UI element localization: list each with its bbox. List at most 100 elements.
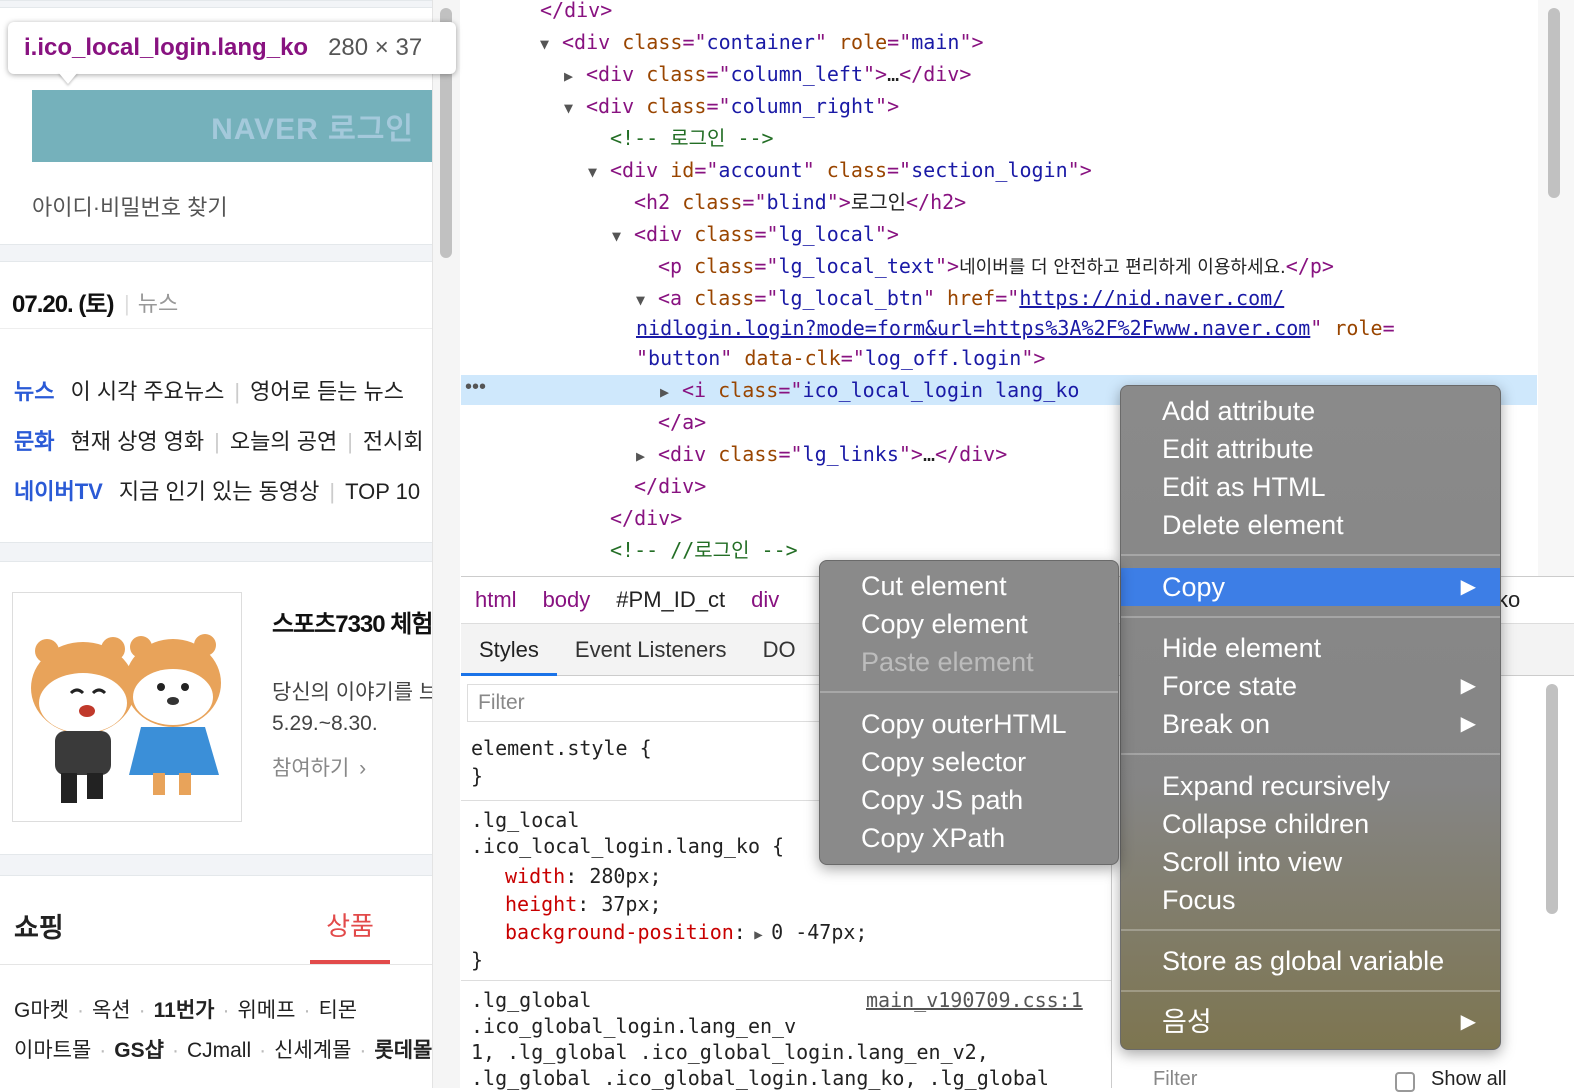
dom-line[interactable]: <p class="lg_local_text">네이버를 더 안전하고 편리하…: [658, 250, 1334, 282]
href-link[interactable]: nidlogin.login?mode=form&url=https%3A%2F…: [636, 316, 1310, 340]
menu-force-state-label: Force state: [1162, 671, 1298, 701]
dom-line[interactable]: </div>: [540, 0, 612, 26]
css-declaration[interactable]: height: 37px;: [505, 890, 662, 918]
dom-line[interactable]: </div>: [634, 470, 706, 502]
news-link[interactable]: 오늘의 공연: [230, 429, 337, 454]
mall-link[interactable]: 롯데몰: [374, 1039, 432, 1062]
news-link[interactable]: 지금 인기 있는 동영상: [119, 479, 320, 504]
mall-link[interactable]: 티몬: [318, 999, 357, 1022]
menu-store-as-global-variable[interactable]: Store as global variable: [1121, 942, 1500, 980]
shopping-tab-products[interactable]: 상품: [310, 906, 390, 943]
collapsed-triangle-icon[interactable]: ▶: [660, 376, 682, 408]
breadcrumb-div[interactable]: div: [751, 587, 779, 613]
menu-copy-selector[interactable]: Copy selector: [820, 743, 1118, 781]
expand-triangle-icon[interactable]: ▶: [746, 927, 771, 943]
menu-force-state[interactable]: Force state ▶: [1121, 667, 1500, 705]
dom-line[interactable]: ▼ <div id="account" class="section_login"…: [588, 154, 1092, 186]
news-category[interactable]: 문화: [14, 429, 54, 454]
menu-collapse-children[interactable]: Collapse children: [1121, 805, 1500, 843]
news-link[interactable]: 전시회: [363, 429, 424, 454]
mall-link[interactable]: 11번가: [154, 999, 215, 1022]
scrollbar-thumb[interactable]: [1548, 8, 1560, 198]
more-options-icon[interactable]: •••: [465, 376, 486, 399]
menu-separator: [1121, 753, 1500, 755]
css-declaration[interactable]: width: 280px;: [505, 862, 662, 890]
menu-edit-attribute[interactable]: Edit attribute: [1121, 430, 1500, 468]
menu-copy-xpath[interactable]: Copy XPath: [820, 819, 1118, 857]
menu-scroll-into-view[interactable]: Scroll into view: [1121, 843, 1500, 881]
dom-comment[interactable]: <!-- //로그인 -->: [610, 534, 798, 566]
dom-line[interactable]: ▼ <a class="lg_local_btn" href="https://n…: [636, 282, 1284, 314]
breadcrumb-pm-id-ct[interactable]: #PM_ID_ct: [616, 587, 725, 613]
tab-styles[interactable]: Styles: [461, 624, 557, 676]
href-link[interactable]: https://nid.naver.com/: [1019, 286, 1284, 310]
menu-cut-element[interactable]: Cut element: [820, 567, 1118, 605]
menu-speech[interactable]: 음성 ▶: [1121, 1003, 1500, 1041]
mall-link[interactable]: 위메프: [237, 999, 295, 1022]
menu-copy-element[interactable]: Copy element: [820, 605, 1118, 643]
news-category[interactable]: 뉴스: [14, 379, 54, 404]
mall-link[interactable]: 옥션: [92, 999, 131, 1022]
menu-copy-js-path[interactable]: Copy JS path: [820, 781, 1118, 819]
menu-expand-recursively[interactable]: Expand recursively: [1121, 767, 1500, 805]
dom-line[interactable]: ▶ <div class="lg_links">…</div>: [636, 438, 1007, 470]
breadcrumb-html[interactable]: html: [475, 587, 517, 613]
dom-line-wrap[interactable]: "button" data-clk="log_off.login">: [636, 342, 1045, 374]
menu-break-on[interactable]: Break on ▶: [1121, 705, 1500, 743]
dom-line[interactable]: ▼ <div class="lg_local">: [612, 218, 899, 250]
menu-focus[interactable]: Focus: [1121, 881, 1500, 919]
tab-event-listeners[interactable]: Event Listeners: [557, 624, 745, 676]
menu-add-attribute[interactable]: Add attribute: [1121, 392, 1500, 430]
css-rule-selector[interactable]: .ico_global_login.lang_en_v: [471, 1012, 796, 1040]
dom-line-wrap[interactable]: nidlogin.login?mode=form&url=https%3A%2F…: [636, 312, 1395, 344]
dom-line-selected[interactable]: ▶ <i class="ico_local_login lang_ko: [660, 374, 1079, 406]
mall-link[interactable]: 이마트몰: [14, 1039, 91, 1062]
collapsed-triangle-icon[interactable]: ▶: [564, 60, 586, 92]
news-link[interactable]: 영어로 듣는 뉴스: [250, 379, 404, 404]
news-link[interactable]: TOP 10: [345, 479, 420, 504]
expanded-triangle-icon[interactable]: ▼: [612, 220, 634, 252]
menu-copy[interactable]: Copy ▶: [1121, 568, 1500, 606]
mall-link[interactable]: G마켓: [14, 999, 69, 1022]
dom-tree-scrollbar[interactable]: [1538, 0, 1574, 576]
dom-line[interactable]: ▼ <div class="column_right">: [564, 90, 899, 122]
expanded-triangle-icon[interactable]: ▼: [588, 156, 610, 188]
mall-link[interactable]: 신세계몰: [274, 1039, 351, 1062]
menu-delete-element[interactable]: Delete element: [1121, 506, 1500, 544]
dom-line[interactable]: </div>: [610, 502, 682, 534]
find-id-password-link[interactable]: 아이디·비밀번호 찾기: [32, 190, 228, 222]
scrollbar-thumb[interactable]: [1546, 684, 1558, 914]
css-rule-selector[interactable]: .lg_global: [471, 986, 591, 1014]
page-scrollbar[interactable]: [432, 0, 460, 1088]
expanded-triangle-icon[interactable]: ▼: [564, 92, 586, 124]
css-source-link[interactable]: main_v190709.css:1: [866, 986, 1083, 1014]
expanded-triangle-icon[interactable]: ▼: [540, 28, 562, 60]
mall-link[interactable]: CJmall: [187, 1039, 251, 1062]
dom-comment[interactable]: <!-- 로그인 -->: [610, 122, 774, 154]
dom-line[interactable]: ▼ <div class="container" role="main">: [540, 26, 984, 58]
dom-line[interactable]: </a>: [658, 406, 706, 438]
menu-copy-outerhtml[interactable]: Copy outerHTML: [820, 705, 1118, 743]
dom-line[interactable]: <h2 class="blind">로그인</h2>: [634, 186, 966, 218]
tab-dom-breakpoints[interactable]: DO: [745, 624, 814, 676]
element-style-rule[interactable]: element.style { }: [471, 734, 652, 790]
mall-link[interactable]: GS샵: [114, 1039, 164, 1062]
date-news-tab[interactable]: | 뉴스: [124, 286, 178, 318]
news-link[interactable]: 이 시각 주요뉴스: [70, 379, 224, 404]
css-rule-selector[interactable]: .lg_local: [471, 806, 579, 834]
css-rule-selector[interactable]: .ico_local_login.lang_ko {: [471, 832, 784, 860]
promo-join-link[interactable]: 참여하기 ›: [272, 752, 366, 782]
news-category[interactable]: 네이버TV: [14, 479, 103, 504]
show-all-checkbox[interactable]: [1395, 1072, 1415, 1092]
menu-edit-as-html[interactable]: Edit as HTML: [1121, 468, 1500, 506]
dom-line[interactable]: ▶ <div class="column_left">…</div>: [564, 58, 971, 90]
css-declaration[interactable]: background-position: ▶ 0 -47px;: [505, 918, 867, 949]
promo-title[interactable]: 스포츠7330 체험: [272, 604, 432, 639]
menu-hide-element[interactable]: Hide element: [1121, 629, 1500, 667]
collapsed-triangle-icon[interactable]: ▶: [636, 440, 658, 472]
promo-image[interactable]: [12, 592, 242, 822]
computed-pane-scrollbar[interactable]: [1540, 680, 1574, 1088]
news-link[interactable]: 현재 상영 영화: [70, 429, 204, 454]
css-rule-selector[interactable]: 1, .lg_global .ico_global_login.lang_en_…: [471, 1038, 989, 1066]
breadcrumb-body[interactable]: body: [543, 587, 591, 613]
